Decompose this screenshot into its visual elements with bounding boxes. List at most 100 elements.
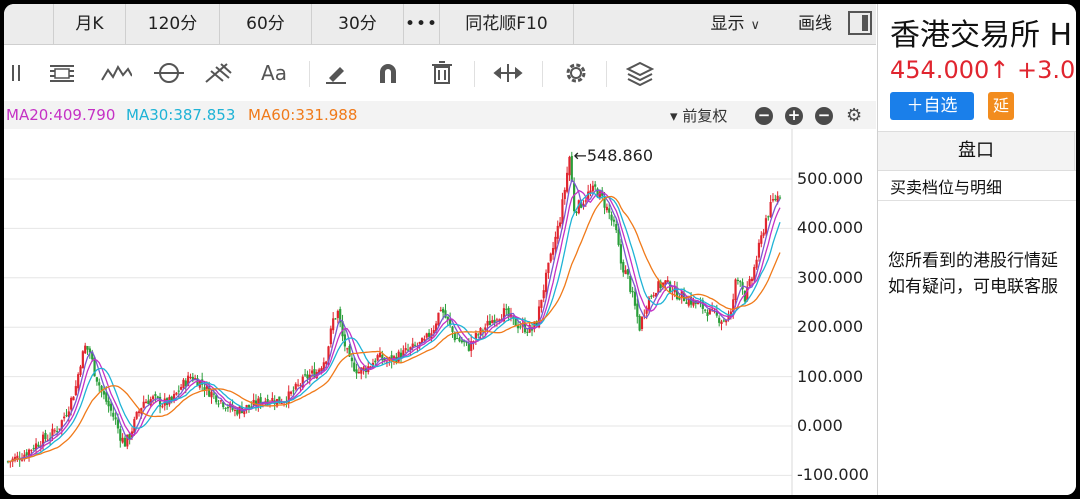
candle-body — [289, 391, 293, 394]
candle-body — [224, 407, 227, 409]
candle-body — [608, 208, 611, 213]
candle-body — [540, 299, 543, 308]
pen-icon[interactable] — [320, 58, 352, 88]
candle-body — [226, 407, 230, 409]
candle-body — [638, 316, 641, 331]
kline-chart[interactable]: ←548.860 500.000 400.000 300.000 200.000 100… — [4, 129, 876, 495]
collapse-button[interactable]: − — [815, 107, 833, 125]
candle-body — [427, 332, 431, 337]
candle-body — [451, 326, 454, 332]
stock-name: 香港交易所 H — [890, 18, 1073, 53]
candle-body — [760, 235, 763, 244]
panel-toggle-icon[interactable] — [848, 11, 872, 35]
add-watchlist-button[interactable]: ＋自选 — [890, 92, 974, 120]
candle-body — [378, 352, 382, 358]
candle-body — [554, 236, 557, 250]
candle-body — [495, 319, 499, 321]
chart-settings-icon[interactable]: ⚙ — [846, 105, 862, 126]
layers-icon[interactable] — [624, 58, 656, 88]
candle-body — [612, 219, 616, 222]
ma20-line — [7, 189, 781, 463]
candle-body — [486, 320, 489, 326]
text-block-icon[interactable] — [46, 58, 78, 88]
fork-icon[interactable] — [202, 58, 234, 88]
y-axis-label: 0.000 — [797, 416, 843, 435]
trash-icon[interactable] — [426, 58, 458, 88]
zoom-out-button[interactable]: − — [755, 107, 773, 125]
candle-body — [65, 415, 68, 417]
settings-gear-icon[interactable] — [560, 58, 592, 88]
candle-body — [56, 430, 59, 432]
bars-icon[interactable] — [4, 58, 36, 88]
candle-body — [722, 320, 725, 322]
candle-body — [685, 302, 688, 304]
candle-body — [353, 362, 356, 372]
candle-body — [631, 291, 634, 293]
candle-body — [568, 156, 571, 176]
candle-body — [182, 379, 185, 388]
period-blank-tab[interactable] — [4, 4, 54, 44]
candle-body — [750, 278, 754, 282]
candle-body — [704, 309, 707, 311]
candle-body — [86, 346, 89, 350]
candle-body — [142, 401, 145, 408]
candle-body — [53, 430, 56, 432]
candle-body — [311, 370, 314, 374]
wave-icon[interactable] — [100, 58, 132, 88]
candle-body — [687, 299, 690, 306]
display-dropdown[interactable]: 显示 ∨ — [710, 4, 760, 44]
candle-body — [112, 412, 115, 417]
candle-body — [292, 390, 295, 392]
adjust-label: 前复权 — [682, 107, 728, 125]
cycle-icon[interactable] — [152, 58, 184, 88]
period-60min-tab[interactable]: 60分 — [220, 4, 312, 44]
candle-body — [74, 386, 77, 396]
draw-line-button[interactable]: 画线 — [798, 4, 832, 44]
candle-body — [109, 403, 113, 411]
candle-body — [280, 403, 283, 405]
candle-body — [423, 338, 426, 341]
display-label: 显示 — [710, 14, 745, 34]
candle-body — [566, 172, 569, 192]
candle-body — [575, 211, 578, 213]
candle-body — [161, 406, 164, 408]
candle-body — [425, 333, 428, 338]
candle-body — [107, 400, 110, 407]
period-30min-tab[interactable]: 30分 — [312, 4, 404, 44]
expand-horizontal-icon[interactable] — [492, 58, 524, 88]
candle-body — [629, 275, 632, 292]
candle-body — [63, 416, 66, 419]
candle-body — [563, 189, 566, 200]
candle-body — [413, 344, 417, 346]
text-tool-icon[interactable]: Aa — [256, 58, 292, 88]
candle-body — [84, 345, 87, 354]
zoom-in-button[interactable]: + — [785, 107, 803, 125]
period-month-tab[interactable]: 月K — [54, 4, 126, 44]
f10-button[interactable]: 同花顺F10 — [440, 4, 574, 44]
candle-body — [313, 369, 316, 378]
magnet-icon[interactable] — [372, 58, 404, 88]
candle-body — [334, 318, 337, 320]
drawing-toolbar: Aa — [4, 45, 876, 102]
more-periods-button[interactable]: ••• — [404, 4, 440, 44]
candle-body — [296, 384, 300, 386]
candle-body — [357, 371, 361, 374]
candle-body — [233, 409, 237, 411]
candle-body — [505, 308, 508, 310]
chevron-down-icon: ∨ — [750, 18, 760, 33]
candle-body — [70, 397, 73, 410]
candle-body — [336, 310, 339, 319]
candle-body — [558, 222, 562, 227]
orderbook-subtitle: 买卖档位与明细 — [890, 178, 1003, 197]
adjust-dropdown[interactable]: ▾ 前复权 — [670, 105, 727, 126]
candle-body — [137, 411, 141, 414]
period-120min-tab[interactable]: 120分 — [126, 4, 220, 44]
delay-notice-line2: 如有疑问，可电联客服 — [888, 277, 1058, 297]
peak-price-label: ←548.860 — [573, 146, 653, 165]
candle-body — [622, 261, 625, 273]
candle-body — [25, 452, 28, 456]
tab-orderbook[interactable]: 盘口 — [878, 132, 1075, 170]
candle-body — [594, 184, 597, 187]
candle-body — [591, 185, 594, 192]
candle-body — [652, 295, 655, 297]
